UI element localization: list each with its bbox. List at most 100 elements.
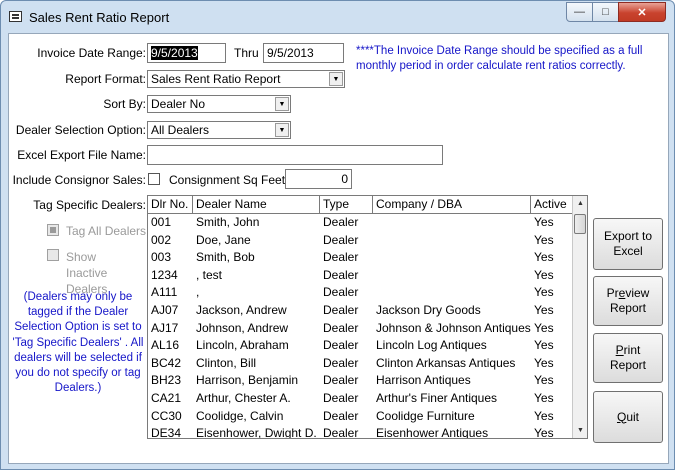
column-header-company[interactable]: Company / DBA (373, 196, 531, 213)
cell-active: Yes (534, 373, 554, 388)
preview-report-button[interactable]: Preview Report (593, 276, 663, 326)
table-row[interactable]: 003 Smith, Bob Dealer Yes (148, 249, 572, 266)
cell-company: Coolidge Furniture (376, 408, 475, 423)
cell-type: Dealer (323, 232, 359, 247)
column-header-dealer-name[interactable]: Dealer Name (193, 196, 320, 213)
table-row[interactable]: BC42 Clinton, Bill Dealer Clinton Arkansas … (148, 355, 572, 372)
cell-dlr-no: A111 (151, 285, 178, 300)
sort-by-value: Dealer No (151, 97, 206, 111)
cell-dlr-no: 1234 (151, 267, 178, 282)
cell-type: Dealer (323, 285, 359, 300)
window-title: Sales Rent Ratio Report (29, 10, 170, 25)
table-row[interactable]: A111, Dealer Yes (148, 284, 572, 301)
cell-type: Dealer (323, 303, 359, 317)
quit-button[interactable]: Quit (593, 391, 663, 443)
cell-active: Yes (534, 355, 554, 370)
print-report-button[interactable]: Print Report (593, 333, 663, 383)
table-row[interactable]: AL16 Lincoln, Abraham Dealer Lincoln Log An… (148, 337, 572, 354)
table-row[interactable]: 001 Smith, John Dealer Yes (148, 214, 572, 231)
column-header-type[interactable]: Type (320, 196, 373, 213)
cell-dlr-no: 002 (151, 232, 172, 247)
cell-dlr-no: BH23 (151, 373, 182, 388)
table-row[interactable]: 1234 , test Dealer Yes (148, 267, 572, 284)
minimize-button[interactable]: — (566, 2, 593, 22)
table-row[interactable]: 002 Doe, Jane Dealer Yes (148, 232, 572, 249)
export-button-line1: Export to (603, 229, 653, 243)
cell-dlr-no: 001 (151, 215, 172, 229)
tag-specific-dealers-label: Tag Specific Dealers: (33, 198, 146, 212)
cell-type: Dealer (323, 338, 359, 353)
include-consignor-label: Include Consignor Sales: (12, 173, 146, 187)
app-form-icon (9, 11, 22, 22)
cell-dlr-no: AL16 (151, 338, 180, 353)
cell-dealer-name: Arthur, Chester A. (196, 391, 291, 405)
dealer-grid[interactable]: Dlr No. Dealer Name Type Company / DBA A… (147, 195, 588, 439)
cell-active: Yes (534, 408, 554, 423)
cell-type: Dealer (323, 250, 359, 265)
chevron-down-icon[interactable]: ▼ (329, 72, 343, 86)
table-row[interactable]: DE34 Eisenhower, Dwight D. Dealer Eisenhowe… (148, 425, 572, 439)
grid-header: Dlr No. Dealer Name Type Company / DBA A… (148, 196, 572, 214)
cell-dlr-no: DE34 (151, 426, 182, 439)
table-row[interactable]: CC30 Coolidge, Calvin Dealer Coolidge Furni… (148, 408, 572, 425)
grid-vertical-scrollbar[interactable]: ▲ ▼ (572, 196, 587, 438)
cell-dlr-no: CA21 (151, 391, 182, 405)
report-format-label: Report Format: (65, 72, 146, 86)
cell-active: Yes (534, 391, 554, 405)
export-to-excel-button[interactable]: Export to Excel (593, 218, 663, 270)
title-bar: Sales Rent Ratio Report — □ ✕ (1, 1, 674, 33)
quit-button-label: Quit (616, 409, 640, 424)
cell-company: Eisenhower Antiques (376, 426, 489, 439)
sort-by-label: Sort By: (103, 97, 146, 111)
scroll-down-arrow-icon[interactable]: ▼ (573, 423, 587, 438)
cell-company (373, 232, 531, 249)
close-button[interactable]: ✕ (618, 2, 666, 22)
cell-dealer-name: Harrison, Benjamin (196, 373, 299, 388)
consignment-sqft-input[interactable]: 0 (285, 169, 352, 189)
table-row[interactable]: AJ07 Jackson, Andrew Dealer Jackson Dry Goo… (148, 302, 572, 319)
cell-dealer-name: Jackson, Andrew (196, 303, 287, 317)
date-range-note: ****The Invoice Date Range should be spe… (356, 45, 643, 72)
consignment-sqft-label: Consignment Sq Feet: (169, 173, 289, 187)
table-row[interactable]: CA21 Arthur, Chester A. Dealer Arthur's Fin… (148, 390, 572, 407)
column-header-dlr-no[interactable]: Dlr No. (148, 196, 193, 213)
tag-all-dealers-checkbox[interactable] (47, 224, 59, 236)
cell-active: Yes (534, 303, 554, 317)
preview-button-line1: Preview (606, 286, 650, 300)
include-consignor-checkbox[interactable] (148, 173, 160, 185)
excel-export-label: Excel Export File Name: (17, 148, 146, 162)
sort-by-select[interactable]: Dealer No ▼ (147, 95, 291, 113)
chevron-down-icon[interactable]: ▼ (275, 123, 289, 137)
scroll-up-arrow-icon[interactable]: ▲ (573, 196, 587, 211)
maximize-button[interactable]: □ (592, 2, 619, 22)
cell-type: Dealer (323, 267, 359, 282)
invoice-date-to-field[interactable]: 9/5/2013 (263, 43, 344, 63)
cell-type: Dealer (323, 426, 359, 439)
cell-active: Yes (534, 285, 554, 300)
table-row[interactable]: AJ17 Johnson, Andrew Dealer Johnson & Johns… (148, 320, 572, 337)
invoice-date-from-field[interactable]: 9/5/2013 (147, 43, 226, 63)
cell-company (373, 249, 531, 266)
cell-dealer-name: Coolidge, Calvin (196, 408, 284, 423)
preview-button-line2: Report (609, 301, 646, 315)
cell-type: Dealer (323, 408, 359, 423)
cell-company: Johnson & Johnson Antiques (376, 320, 531, 335)
cell-active: Yes (534, 215, 554, 229)
dealer-selection-select[interactable]: All Dealers ▼ (147, 121, 291, 139)
print-button-line2: Report (609, 358, 647, 372)
report-format-select[interactable]: Sales Rent Ratio Report ▼ (147, 70, 345, 88)
scroll-thumb[interactable] (574, 214, 586, 234)
cell-company (373, 267, 531, 284)
cell-company (373, 214, 531, 231)
excel-export-filename-input[interactable] (147, 145, 443, 165)
table-row[interactable]: BH23 Harrison, Benjamin Dealer Harrison Ant… (148, 372, 572, 389)
cell-dealer-name: Lincoln, Abraham (196, 338, 289, 353)
cell-active: Yes (534, 320, 554, 335)
report-format-value: Sales Rent Ratio Report (151, 72, 281, 86)
cell-dlr-no: BC42 (151, 355, 182, 370)
date-from-value: 9/5/2013 (151, 46, 198, 60)
cell-dlr-no: AJ07 (151, 303, 179, 317)
show-inactive-dealers-checkbox[interactable] (47, 249, 59, 261)
chevron-down-icon[interactable]: ▼ (275, 97, 289, 111)
column-header-active[interactable]: Active (531, 196, 572, 213)
